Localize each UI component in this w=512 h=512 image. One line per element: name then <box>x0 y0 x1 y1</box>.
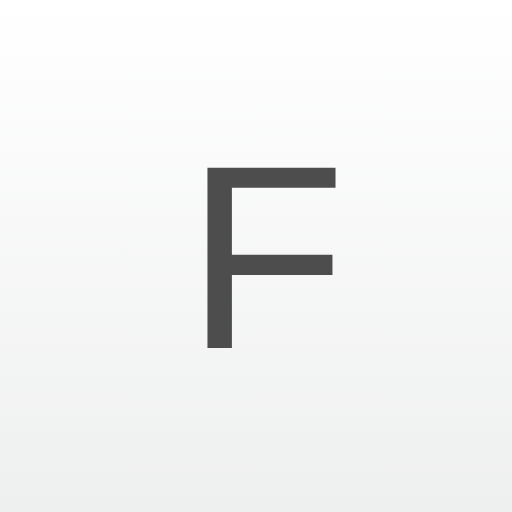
letter-container: F <box>0 0 512 512</box>
letter-tile: F <box>0 0 512 512</box>
tile-letter: F <box>185 111 347 404</box>
